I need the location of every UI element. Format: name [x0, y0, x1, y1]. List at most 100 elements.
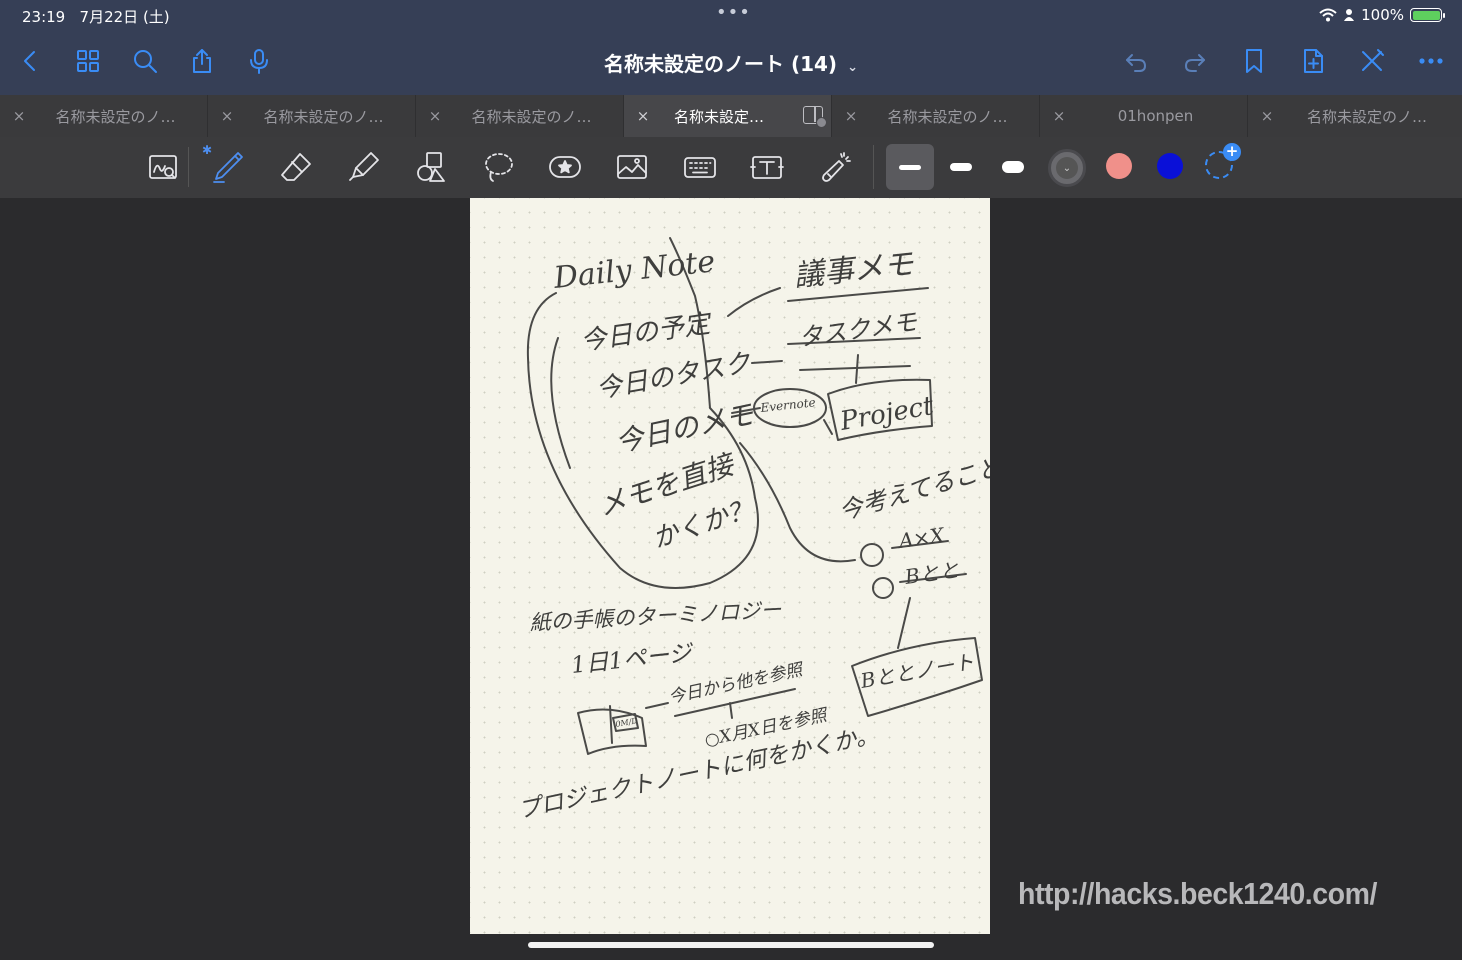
bullet-circle: [860, 543, 884, 567]
chevron-down-icon: ⌄: [847, 60, 858, 75]
underline: [799, 365, 911, 371]
tree-line: [855, 354, 859, 384]
zoom-window-icon[interactable]: [141, 145, 185, 189]
watermark-url: http://hacks.beck1240.com/: [1018, 876, 1377, 911]
more-icon[interactable]: [1414, 44, 1448, 78]
toolbar-divider: [188, 147, 189, 187]
pen-icon[interactable]: [206, 145, 250, 189]
bookmark-icon[interactable]: [1237, 44, 1271, 78]
keyboard-icon[interactable]: [678, 145, 722, 189]
tab-label: 01honpen: [1117, 107, 1194, 125]
date: 7月22日 (土): [79, 8, 170, 26]
add-page-icon[interactable]: [1296, 44, 1330, 78]
clock: 23:19: [22, 8, 66, 26]
plus-icon: +: [1223, 143, 1241, 161]
today-memo-text: 今日のメモ: [613, 397, 758, 459]
tab-6[interactable]: × 01honpen: [1040, 95, 1248, 137]
eraser-icon[interactable]: [274, 145, 318, 189]
title-text: 名称未設定のノート (14): [604, 52, 838, 76]
tab-3[interactable]: × 名称未設定のノ…: [416, 95, 624, 137]
stroke-width-thin[interactable]: [886, 144, 934, 190]
close-icon[interactable]: ×: [208, 107, 246, 125]
microphone-icon[interactable]: [242, 44, 276, 78]
stroke-width-thick[interactable]: [989, 144, 1037, 190]
toolbar-divider: [873, 145, 874, 189]
text-box-icon[interactable]: [745, 145, 789, 189]
inner-bracket: [550, 337, 571, 469]
top-navigation-bar: 23:19 7月22日 (土) ••• 100% 名称未設定のノート (14) ⌄: [0, 0, 1462, 95]
note-page[interactable]: Daily Note 今日の予定 今日のタスク 今日のメモ メモを直接 かくか？…: [470, 198, 990, 934]
tab-label: 名称未設定のノ…: [471, 107, 592, 126]
multitasking-dots[interactable]: •••: [716, 2, 751, 23]
book-sketch: [609, 705, 613, 744]
meeting-memo-text: 議事メモ: [792, 246, 916, 293]
tree-line: [729, 702, 733, 719]
tab-label: 名称未設定のノ…: [887, 107, 1008, 126]
close-icon[interactable]: ×: [416, 107, 454, 125]
item-a-text: A×X: [895, 523, 946, 553]
close-icon[interactable]: ×: [0, 107, 38, 125]
connector-line: [645, 702, 669, 709]
add-color-button[interactable]: +: [1205, 143, 1241, 179]
undo-icon[interactable]: [1119, 44, 1153, 78]
tab-2[interactable]: × 名称未設定のノ…: [208, 95, 416, 137]
close-pen-icon[interactable]: [1355, 44, 1389, 78]
terminology-text: 紙の手帳のターミノロジー: [529, 598, 783, 635]
color-swatch-blue[interactable]: [1157, 153, 1183, 179]
connector-line: [823, 419, 833, 435]
tab-label: 名称未設定のノ…: [1306, 107, 1427, 126]
battery-icon: [1410, 8, 1445, 22]
today-task-text: 今日のタスク: [594, 348, 754, 405]
b-note-text: Bととノート: [858, 649, 976, 693]
highlighter-icon[interactable]: [342, 145, 386, 189]
tool-bar: ✱ ⌄ +: [0, 137, 1462, 198]
share-icon[interactable]: [185, 44, 219, 78]
one-day-page-text: 1日1ページ: [570, 640, 696, 679]
close-icon[interactable]: ×: [1248, 107, 1286, 125]
tab-label: 名称未設定のノ…: [263, 107, 384, 126]
laser-pointer-icon[interactable]: [813, 145, 857, 189]
sticker-icon[interactable]: [543, 145, 587, 189]
redo-icon[interactable]: [1178, 44, 1212, 78]
status-indicators: 100%: [1319, 6, 1445, 24]
item-b-text: Bとと: [902, 558, 961, 590]
back-icon[interactable]: [14, 44, 48, 78]
person-icon: [1344, 9, 1355, 21]
handwriting-canvas: Daily Note 今日の予定 今日のタスク 今日のメモ メモを直接 かくか？…: [516, 237, 990, 824]
connector-line: [897, 597, 911, 649]
tab-bar: × 名称未設定のノ… × 名称未設定のノ… × 名称未設定のノ… × 名称未設定… × 名…: [0, 95, 1462, 137]
grid-icon[interactable]: [71, 44, 105, 78]
connector-line: [727, 287, 781, 317]
split-view-icon[interactable]: [803, 106, 827, 128]
today-plan-text: 今日の予定: [579, 309, 715, 357]
project-note-question-text: プロジェクトノートに何をかくか。: [516, 722, 881, 824]
battery-percent: 100%: [1361, 6, 1404, 24]
tab-7[interactable]: × 名称未設定のノ…: [1248, 95, 1462, 137]
tab-5[interactable]: × 名称未設定のノ…: [832, 95, 1040, 137]
close-icon[interactable]: ×: [832, 107, 870, 125]
close-icon[interactable]: ×: [624, 107, 662, 125]
tab-label: 名称未設定のノ…: [55, 107, 176, 126]
image-icon[interactable]: [610, 145, 654, 189]
task-memo-text: タスクメモ: [797, 308, 920, 352]
evernote-text: Evernote: [759, 395, 816, 415]
stroke-width-medium[interactable]: [937, 144, 985, 190]
wifi-icon: [1319, 8, 1337, 22]
bullet-circle: [872, 577, 894, 599]
status-time: 23:19 7月22日 (土): [22, 6, 170, 27]
chevron-down-icon: ⌄: [1056, 157, 1078, 179]
shapes-icon[interactable]: [409, 145, 453, 189]
search-icon[interactable]: [128, 44, 162, 78]
document-title-button[interactable]: 名称未設定のノート (14) ⌄: [604, 52, 858, 76]
close-icon[interactable]: ×: [1040, 107, 1078, 125]
lasso-icon[interactable]: [477, 145, 521, 189]
connector-line: [751, 360, 783, 364]
omm-text: 0M/D: [615, 716, 639, 729]
color-swatch-pink[interactable]: [1106, 153, 1132, 179]
tab-1[interactable]: × 名称未設定のノ…: [0, 95, 208, 137]
color-swatch-selected[interactable]: ⌄: [1048, 149, 1086, 187]
tab-4-active[interactable]: × 名称未設定…: [624, 95, 832, 137]
write-question-text: かくか？: [649, 494, 757, 555]
home-indicator[interactable]: [528, 942, 934, 948]
thinking-text: 今考えてること: [836, 453, 990, 526]
